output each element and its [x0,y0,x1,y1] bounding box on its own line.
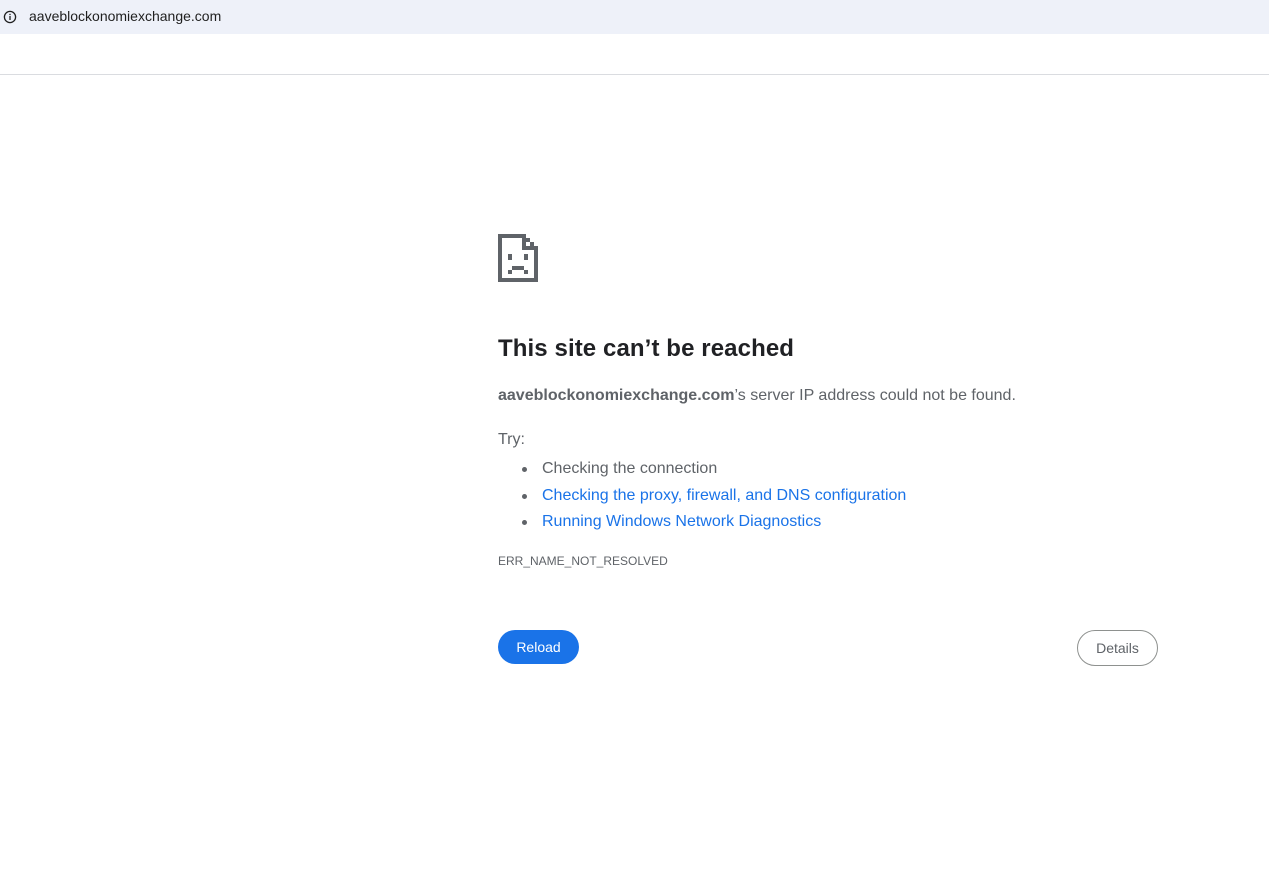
details-button[interactable]: Details [1077,630,1158,666]
list-item: Checking the proxy, firewall, and DNS co… [498,483,906,510]
info-icon[interactable] [3,10,17,24]
address-bar[interactable]: aaveblockonomiexchange.com [0,0,1269,34]
suggestion-proxy-link[interactable]: Checking the proxy, firewall, and DNS co… [542,487,906,504]
error-summary-text: ’s server IP address could not be found. [734,387,1016,404]
error-page: This site can’t be reached aaveblockonom… [0,0,1269,881]
suggestion-list: Checking the connection Checking the pro… [498,456,906,536]
list-item: Checking the connection [498,456,906,483]
suggestion-check-connection: Checking the connection [542,460,718,477]
try-label: Try: [498,431,525,448]
reload-button[interactable]: Reload [498,630,579,664]
error-code: ERR_NAME_NOT_RESOLVED [498,554,668,568]
url-text[interactable]: aaveblockonomiexchange.com [29,8,221,24]
error-summary: aaveblockonomiexchange.com’s server IP a… [498,387,1016,405]
error-host: aaveblockonomiexchange.com [498,387,735,404]
list-item: Running Windows Network Diagnostics [498,509,906,536]
sad-page-icon [498,234,538,282]
bookmarks-strip [0,34,1269,75]
page-title: This site can’t be reached [498,335,795,362]
suggestion-diagnostics-link[interactable]: Running Windows Network Diagnostics [542,513,821,530]
